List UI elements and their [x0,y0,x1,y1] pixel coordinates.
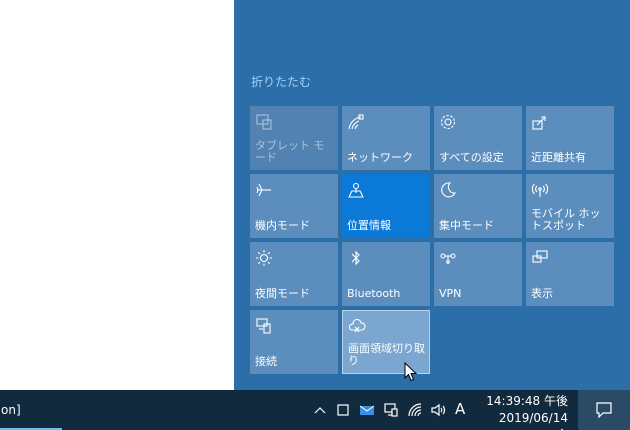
tile-connect[interactable]: 接続 [250,310,338,374]
tile-label: 位置情報 [347,219,391,232]
taskbar: on] A 14:39:48 午後 2019/06/14 金 [0,390,630,430]
tablet-mode-icon [255,113,273,131]
tile-label: 近距離共有 [531,151,586,164]
tile-night-light[interactable]: 夜間モード [250,242,338,306]
screen-snip-icon [348,318,366,336]
ime-mode-indicator[interactable]: A [455,400,465,418]
clock[interactable]: 14:39:48 午後 2019/06/14 金 [484,393,568,430]
volume-icon[interactable] [430,402,446,418]
tile-all-settings[interactable]: すべての設定 [434,106,522,170]
mail-icon[interactable] [359,402,375,418]
tile-tablet-mode[interactable]: タブレット モード [250,106,338,170]
tile-label: モバイル ホットスポット [531,207,601,232]
tile-bluetooth[interactable]: Bluetooth [342,242,430,306]
tile-label: 夜間モード [255,287,310,300]
tile-vpn[interactable]: VPN [434,242,522,306]
connect-icon [255,317,273,335]
wifi-icon[interactable] [407,402,423,418]
tile-network[interactable]: ネットワーク [342,106,430,170]
clock-date: 2019/06/14 金 [498,411,568,430]
tile-label: タブレット モード [255,139,325,164]
tile-location[interactable]: 位置情報 [342,174,430,238]
tile-label: VPN [439,287,462,300]
hotspot-icon [531,181,549,199]
tile-label: すべての設定 [439,151,504,164]
taskbar-app-button[interactable]: on] [0,390,60,430]
location-icon [347,181,365,199]
tile-focus-assist[interactable]: 集中モード [434,174,522,238]
mouse-pointer-icon [404,362,418,382]
airplane-icon [255,181,273,199]
bluetooth-icon [347,249,365,267]
tile-airplane-mode[interactable]: 機内モード [250,174,338,238]
action-center-panel: 折りたたむ タブレット モード ネットワーク すべての設定 近距離共有 機内モー… [234,0,630,390]
network-adapter-icon[interactable] [383,402,399,418]
tile-label: 機内モード [255,219,310,232]
tile-label: 接続 [255,355,277,368]
notification-icon [596,402,612,419]
action-center-button[interactable] [578,390,630,430]
settings-gear-icon [439,113,457,131]
tile-label: 表示 [531,287,553,300]
tile-label: ネットワーク [347,151,413,164]
moon-icon [439,181,457,199]
brightness-icon [255,249,273,267]
collapse-link[interactable]: 折りたたむ [251,73,311,90]
tile-nearby-share[interactable]: 近距離共有 [526,106,614,170]
vpn-icon [439,249,457,267]
nearby-share-icon [531,113,549,131]
tile-label: 集中モード [439,219,494,232]
tile-label: Bluetooth [347,287,401,300]
chevron-up-icon[interactable] [312,402,328,418]
tile-project[interactable]: 表示 [526,242,614,306]
clock-time: 14:39:48 午後 [486,394,568,408]
background-window [0,0,234,390]
network-icon [347,113,365,131]
project-display-icon [531,249,549,267]
window-icon[interactable] [335,402,351,418]
tile-mobile-hotspot[interactable]: モバイル ホットスポット [526,174,614,238]
